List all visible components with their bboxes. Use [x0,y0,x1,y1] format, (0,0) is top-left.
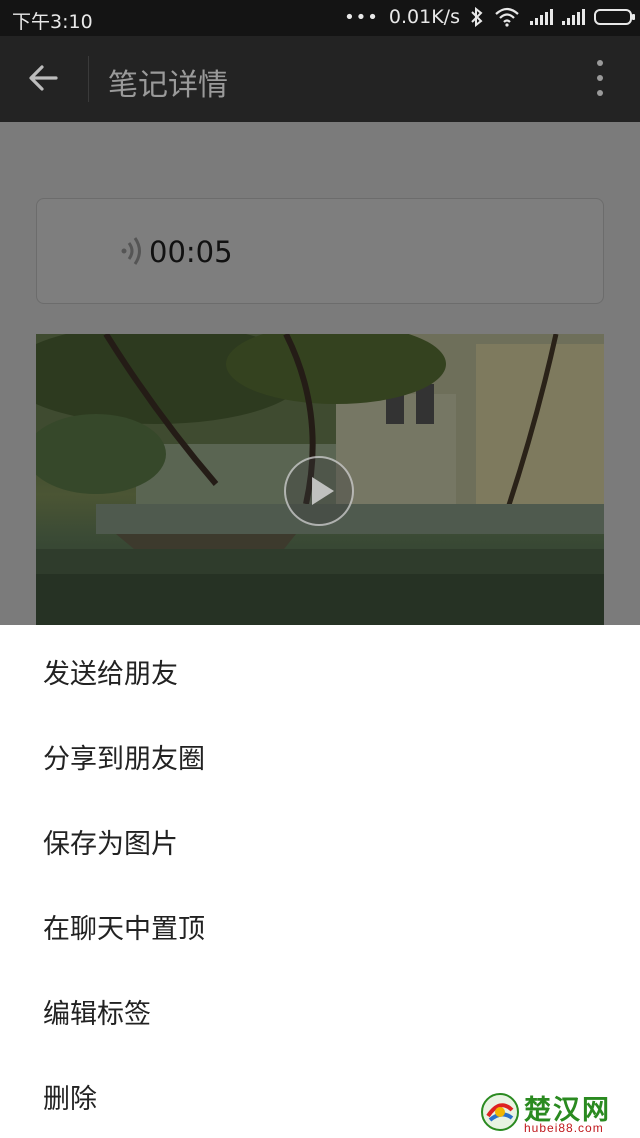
action-sheet: 发送给朋友 分享到朋友圈 保存为图片 在聊天中置顶 编辑标签 删除 [0,625,640,1138]
send-to-friend-option[interactable]: 发送给朋友 [0,625,640,710]
save-as-image-option[interactable]: 保存为图片 [0,795,640,880]
network-speed: 0.01K/s [388,6,460,28]
video-thumbnail[interactable] [36,334,604,626]
pin-in-chat-option[interactable]: 在聊天中置顶 [0,880,640,965]
wifi-icon [495,7,519,27]
signal-icon [530,9,553,25]
share-to-moments-option[interactable]: 分享到朋友圈 [0,710,640,795]
page-title: 笔记详情 [108,68,228,103]
watermark-logo-icon [481,1093,519,1131]
play-button[interactable] [284,456,354,526]
app-bar: 笔记详情 [0,36,640,122]
more-options-icon[interactable] [596,60,604,100]
more-notifications-icon: ••• [344,6,379,28]
voice-wave-icon [121,237,141,265]
battery-icon [594,9,635,25]
bluetooth-icon [471,7,483,27]
signal-icon-2 [562,9,585,25]
status-icons: ••• 0.01K/s [344,6,635,28]
watermark-url: hubei88.com [524,1121,604,1135]
back-arrow-icon[interactable] [24,58,64,98]
voice-message[interactable]: 00:05 [36,198,604,304]
app-bar-divider [88,56,89,102]
status-time: 下午3:10 [12,11,93,33]
voice-duration: 00:05 [149,235,233,269]
edit-tags-option[interactable]: 编辑标签 [0,965,640,1050]
status-bar: 下午3:10 ••• 0.01K/s [0,0,640,36]
watermark: 楚汉网 hubei88.com [480,1088,640,1138]
